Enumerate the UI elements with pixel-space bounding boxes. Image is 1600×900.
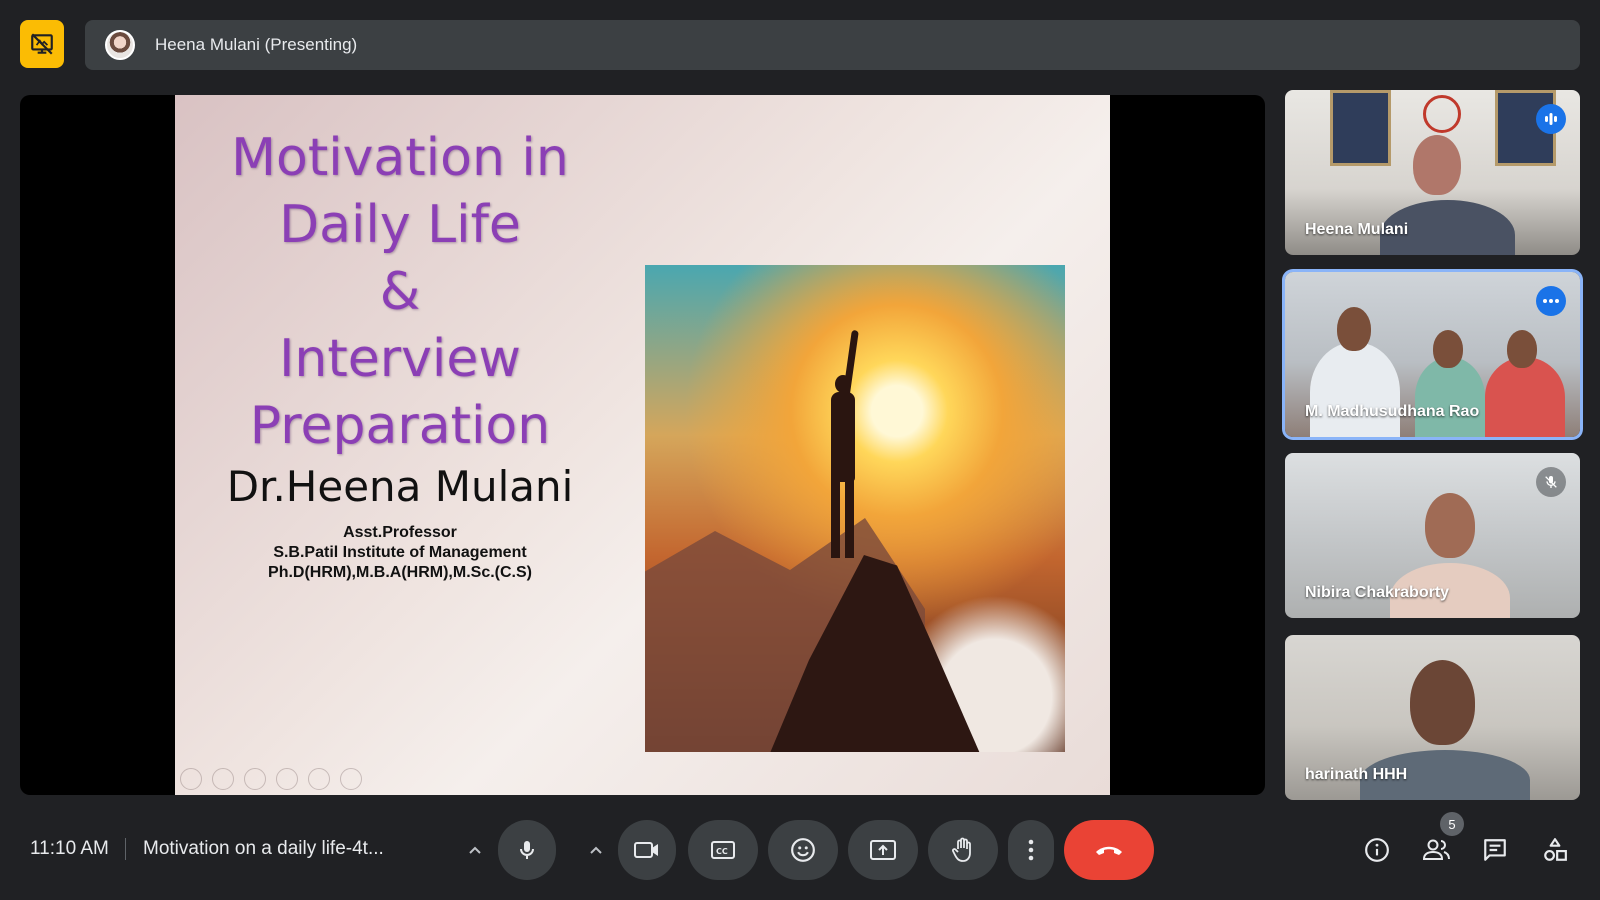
more-options-button[interactable] [1008, 820, 1054, 880]
slide-author: Dr.Heena Mulani [226, 462, 574, 511]
present-button[interactable] [848, 820, 918, 880]
participant-tile[interactable]: Heena Mulani [1285, 90, 1580, 255]
participant-tile[interactable]: Nibira Chakraborty [1285, 453, 1580, 618]
person-face [1433, 330, 1463, 368]
present-screen-icon [870, 840, 896, 860]
slide-title: Motivation in Daily Life & Interview Pre… [215, 125, 585, 460]
person-face [1410, 660, 1475, 745]
slides-icon[interactable] [276, 768, 298, 790]
participant-tile[interactable]: harinath HHH [1285, 635, 1580, 800]
presenter-label: Heena Mulani (Presenting) [155, 35, 358, 54]
captions-icon: CC [711, 841, 735, 859]
prev-slide-icon[interactable] [180, 768, 202, 790]
people-button[interactable] [1420, 833, 1454, 867]
chat-button[interactable] [1478, 833, 1512, 867]
person-silhouette [825, 329, 865, 560]
slide-title-line: Interview [279, 329, 521, 389]
people-icon [1422, 839, 1450, 860]
person-face [1413, 135, 1461, 195]
chevron-up-icon[interactable] [584, 838, 608, 862]
next-slide-icon[interactable] [212, 768, 234, 790]
leave-call-button[interactable] [1064, 820, 1154, 880]
meeting-title: Motivation on a daily life-4t... [143, 838, 384, 859]
slide-subtitle-line: S.B.Patil Institute of Management [273, 544, 527, 561]
mic-off-icon [1536, 467, 1566, 497]
hang-up-icon [1096, 846, 1122, 855]
hand-icon [952, 837, 971, 862]
wall-frame [1330, 90, 1391, 166]
divider [125, 838, 126, 860]
person-face [1337, 307, 1371, 351]
slide-subtitle: Asst.Professor S.B.Patil Institute of Ma… [215, 523, 585, 583]
participant-tile[interactable]: M. Madhusudhana Rao [1285, 272, 1580, 437]
presentation-slide: Motivation in Daily Life & Interview Pre… [175, 95, 1110, 795]
slide-photo-summit [645, 265, 1065, 752]
presentation-stage: Motivation in Daily Life & Interview Pre… [20, 95, 1265, 795]
slide-title-line: & [379, 262, 421, 322]
reactions-button[interactable] [768, 820, 838, 880]
more-icon[interactable] [340, 768, 362, 790]
chat-icon [1484, 839, 1506, 861]
svg-text:CC: CC [716, 847, 728, 856]
participant-name: harinath HHH [1305, 766, 1408, 783]
activities-button[interactable] [1538, 833, 1572, 867]
more-vert-icon [1028, 839, 1034, 861]
zoom-icon[interactable] [308, 768, 330, 790]
person-face [1425, 493, 1475, 558]
person-shoulders [1310, 342, 1400, 437]
slide-subtitle-line: Ph.D(HRM),M.B.A(HRM),M.Sc.(C.S) [268, 564, 532, 581]
activities-icon [1544, 838, 1567, 861]
slide-title-line: Motivation in [231, 128, 569, 188]
person-face [1507, 330, 1537, 368]
slide-subtitle-line: Asst.Professor [343, 524, 457, 541]
chevron-up-icon[interactable] [463, 838, 487, 862]
meeting-details-button[interactable] [1360, 833, 1394, 867]
microphone-button[interactable] [498, 820, 556, 880]
info-icon [1365, 838, 1389, 862]
camera-button[interactable] [618, 820, 676, 880]
slide-controls [180, 768, 362, 790]
microphone-icon [520, 841, 534, 859]
participant-name: Heena Mulani [1305, 221, 1409, 238]
audio-level-icon [1536, 104, 1566, 134]
camera-icon [634, 842, 658, 858]
clock: 11:10 AM [30, 838, 109, 859]
person-shoulders [1415, 357, 1485, 437]
emoji-icon [791, 838, 815, 862]
person-shoulders [1485, 357, 1565, 437]
slide-title-line: Daily Life [279, 195, 521, 255]
presenter-avatar [105, 30, 135, 60]
slide-title-line: Preparation [249, 396, 551, 456]
more-options-icon[interactable] [1536, 286, 1566, 316]
raise-hand-button[interactable] [928, 820, 998, 880]
participant-name: M. Madhusudhana Rao [1305, 403, 1480, 420]
captions-button[interactable]: CC [688, 820, 758, 880]
participant-name: Nibira Chakraborty [1305, 584, 1450, 601]
presenter-bar: Heena Mulani (Presenting) [85, 20, 1580, 70]
logo-emblem [1423, 95, 1461, 133]
presentation-off-icon[interactable] [20, 20, 64, 68]
pen-icon[interactable] [244, 768, 266, 790]
